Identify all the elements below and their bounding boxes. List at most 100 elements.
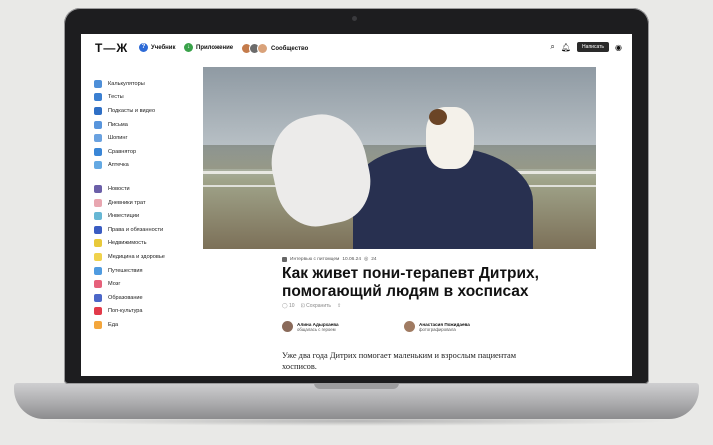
share-icon[interactable]: ⇪ — [337, 303, 341, 309]
sidebar-item[interactable]: Права и обязанности — [94, 223, 204, 237]
nav-textbook-label: Учебник — [151, 44, 176, 51]
sidebar-item[interactable]: Калькуляторы — [94, 77, 204, 91]
article-lead: Уже два года Дитрих помогает маленьким и… — [282, 351, 517, 371]
article-views: 24 — [371, 257, 377, 262]
author-name: Анастасия Пожидаева — [419, 321, 470, 327]
sidebar-item-icon — [94, 120, 102, 129]
download-icon: ↓ — [184, 43, 193, 52]
nav-community[interactable]: Сообщество — [241, 43, 308, 54]
sidebar-item[interactable]: Инвестиции — [94, 209, 204, 223]
avatar — [404, 321, 415, 332]
bell-icon[interactable]: 🔔︎ — [561, 43, 571, 52]
sidebar-group-topics: Новости Дневники трат Инвестиции Права и об… — [94, 182, 204, 332]
sidebar-item-icon — [94, 198, 102, 207]
save-label: Сохранить — [306, 303, 332, 309]
sidebar-item[interactable]: Сравнятор — [94, 145, 204, 159]
laptop-bezel: Т—Ж ? Учебник ↓ Приложение Сообщество ⌕ … — [64, 8, 649, 384]
sidebar-item[interactable]: Мозг — [94, 277, 204, 291]
article-hero-image — [203, 67, 596, 249]
article-title: Как живет пони-терапевт Дитрих, помогающ… — [282, 265, 539, 300]
sidebar-item-label: Недвижимость — [108, 240, 147, 247]
bookmark-icon: ⊡ — [300, 303, 305, 309]
sidebar-item-label: Образование — [108, 294, 143, 301]
sidebar-item-icon — [94, 134, 102, 143]
sidebar-item-label: Медицина и здоровье — [108, 253, 165, 260]
write-button[interactable]: Написать — [577, 42, 610, 52]
sidebar-item[interactable]: Медицина и здоровье — [94, 250, 204, 264]
avatar — [282, 321, 293, 332]
sidebar-item-label: Калькуляторы — [108, 80, 145, 87]
book-icon: ? — [139, 43, 148, 52]
sidebar-item-label: Письма — [108, 121, 128, 128]
sidebar-item[interactable]: Образование — [94, 291, 204, 305]
sidebar-item-icon — [94, 225, 102, 234]
sidebar-item[interactable]: Путешествия — [94, 264, 204, 278]
nav-app[interactable]: ↓ Приложение — [184, 43, 233, 52]
laptop-base — [14, 383, 699, 419]
sidebar-item-label: Путешествия — [108, 267, 143, 274]
sidebar-item-icon — [94, 184, 102, 193]
sidebar-item-label: Подкасты и видео — [108, 107, 156, 114]
camera-icon — [352, 16, 357, 21]
author-role: общалась с героем — [297, 326, 336, 332]
save-button[interactable]: ⊡ Сохранить — [301, 303, 331, 309]
sidebar-group-tools: Калькуляторы Тесты Подкасты и видео Письма Ш… — [94, 77, 204, 172]
sidebar: Калькуляторы Тесты Подкасты и видео Письма Ш… — [94, 77, 204, 332]
sidebar-item[interactable]: Дневники трат — [94, 196, 204, 210]
sidebar-item-label: Инвестиции — [108, 213, 140, 220]
sidebar-item-icon — [94, 280, 102, 289]
profile-icon[interactable]: ◉ — [615, 43, 622, 52]
author-role: фотографировала — [419, 326, 456, 332]
sidebar-item-label: Мозг — [108, 281, 121, 288]
article-meta: Интервью с питомцем 10.06.24 ◎ 24 — [282, 257, 377, 262]
sidebar-item-icon — [94, 239, 102, 248]
sidebar-item-icon — [94, 307, 102, 316]
author-card[interactable]: Алина Адырхаева общалась с героем — [282, 321, 339, 332]
sidebar-item[interactable]: Подкасты и видео — [94, 104, 204, 118]
sidebar-item-label: Еда — [108, 321, 119, 328]
sidebar-item[interactable]: Новости — [94, 182, 204, 196]
nav-community-label: Сообщество — [271, 45, 309, 52]
sidebar-item-icon — [94, 320, 102, 329]
sidebar-item-icon — [94, 106, 102, 115]
sidebar-item[interactable]: Поп-культура — [94, 305, 204, 319]
sidebar-item[interactable]: Недвижимость — [94, 237, 204, 251]
sidebar-item-icon — [94, 161, 102, 170]
article-authors: Алина Адырхаева общалась с героем Анаста… — [282, 321, 582, 339]
author-name: Алина Адырхаева — [297, 321, 339, 327]
sidebar-item-label: Тесты — [108, 94, 124, 101]
site-header: Т—Ж ? Учебник ↓ Приложение Сообщество ⌕ … — [81, 34, 632, 60]
sidebar-item-label: Права и обязанности — [108, 226, 164, 233]
eye-icon: ◎ — [364, 257, 369, 262]
sidebar-item[interactable]: Шопинг — [94, 131, 204, 145]
article-category[interactable]: Интервью с питомцем — [290, 257, 339, 262]
nav-textbook[interactable]: ? Учебник — [139, 43, 176, 52]
sidebar-item-icon — [94, 79, 102, 88]
avatars-icon — [241, 43, 268, 54]
sidebar-item[interactable]: Письма — [94, 118, 204, 132]
sidebar-item[interactable]: Тесты — [94, 91, 204, 105]
sidebar-item-label: Сравнятор — [108, 148, 137, 155]
sidebar-item-icon — [94, 293, 102, 302]
sidebar-item-label: Дневники трат — [108, 199, 146, 206]
sidebar-item-label: Шопинг — [108, 135, 128, 142]
author-card[interactable]: Анастасия Пожидаева фотографировала — [404, 321, 470, 332]
nav-app-label: Приложение — [196, 44, 234, 51]
site-logo[interactable]: Т—Ж — [95, 41, 128, 55]
search-icon[interactable]: ⌕ — [550, 42, 554, 52]
sidebar-item-label: Новости — [108, 185, 130, 192]
comments-button[interactable]: ◯ 10 — [282, 303, 295, 309]
sidebar-item[interactable]: Еда — [94, 318, 204, 332]
category-icon — [282, 257, 287, 262]
sidebar-item-icon — [94, 93, 102, 102]
sidebar-item-icon — [94, 252, 102, 261]
article-actions: ◯ 10 ⊡ Сохранить ⇪ — [282, 303, 341, 309]
comments-count: 10 — [289, 303, 295, 309]
sidebar-item-icon — [94, 212, 102, 221]
header-tools: ⌕ 🔔︎ Написать ◉ — [550, 42, 622, 52]
comment-icon: ◯ — [282, 303, 288, 309]
sidebar-item-label: Аптечка — [108, 162, 129, 169]
sidebar-item[interactable]: Аптечка — [94, 159, 204, 173]
browser-screen: Т—Ж ? Учебник ↓ Приложение Сообщество ⌕ … — [81, 34, 632, 376]
sidebar-item-icon — [94, 266, 102, 275]
